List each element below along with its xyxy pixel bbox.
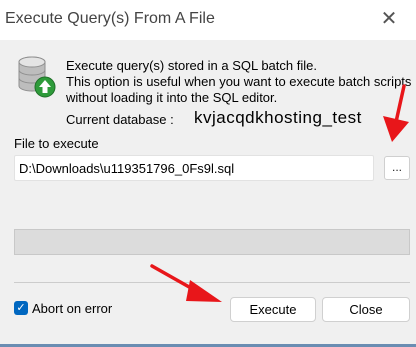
info-line-3: without loading it into the SQL editor. bbox=[66, 90, 278, 105]
execution-progress-bar bbox=[14, 229, 410, 255]
annotation-arrow-top-shaft bbox=[394, 84, 406, 124]
abort-on-error-label[interactable]: Abort on error bbox=[32, 301, 112, 316]
file-to-execute-label: File to execute bbox=[14, 136, 99, 151]
annotation-arrow-bottom-head bbox=[186, 280, 222, 302]
info-line-1: Execute query(s) stored in a SQL batch f… bbox=[66, 58, 317, 73]
execute-button[interactable]: Execute bbox=[230, 297, 316, 322]
current-database-value: kvjacqdkhosting_test bbox=[194, 108, 362, 127]
abort-on-error-checkbox[interactable]: ✓ bbox=[14, 301, 28, 315]
current-database-label: Current database : bbox=[66, 112, 174, 127]
divider bbox=[14, 282, 410, 283]
file-path-input[interactable] bbox=[14, 155, 374, 181]
window-title: Execute Query(s) From A File bbox=[5, 10, 215, 27]
title-bar: Execute Query(s) From A File ✕ bbox=[0, 0, 416, 40]
info-line-2: This option is useful when you want to e… bbox=[66, 74, 412, 89]
close-window-icon[interactable]: ✕ bbox=[378, 8, 400, 30]
browse-file-button[interactable]: ... bbox=[384, 156, 410, 180]
database-upload-icon bbox=[18, 56, 56, 98]
close-button[interactable]: Close bbox=[322, 297, 410, 322]
annotation-arrow-top-head bbox=[383, 116, 409, 142]
annotation-arrow-bottom-shaft bbox=[150, 264, 200, 294]
